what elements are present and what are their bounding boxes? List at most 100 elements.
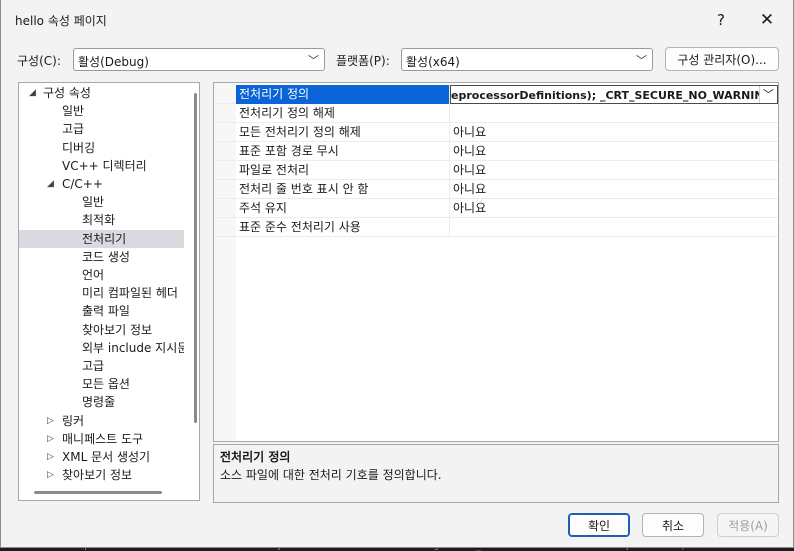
scrollbar-thumb[interactable] [194,93,197,423]
tree-item-label: 찾아보기 정보 [82,322,153,337]
tree-item-label: 찾아보기 정보 [62,468,133,483]
property-value-input[interactable]: eprocessorDefinitions); _CRT_SECURE_NO_W… [450,85,778,104]
collapsed-arrow-icon[interactable]: ▷ [47,412,54,430]
chevron-down-icon: ﹀ [308,54,319,67]
tree-item-label: 모든 옵션 [82,377,130,392]
tree-item-label: C/C++ [62,177,103,191]
grid-row[interactable]: 전처리기 정의 eprocessorDefinitions); _CRT_SECU… [214,85,778,104]
tree-vertical-scrollbar[interactable] [191,83,199,478]
grid-row[interactable]: 파일로 전처리 아니요 [214,161,778,180]
property-name[interactable]: 표준 포함 경로 무시 [236,142,450,161]
grid-row[interactable]: 전처리 줄 번호 표시 안 함 아니요 [214,180,778,199]
tree-item[interactable]: 출력 파일 [19,302,184,320]
window-title: hello 속성 페이지 [15,14,107,28]
chevron-down-icon[interactable]: ﹀ [759,86,777,103]
property-name[interactable]: 전처리 줄 번호 표시 안 함 [236,180,450,199]
config-manager-button[interactable]: 구성 관리자(O)... [665,47,779,71]
tree-item-label: 출력 파일 [82,304,130,319]
tree-item-label: 고급 [82,359,105,373]
description-text: 소스 파일에 대한 전처리 기호를 정의합니다. [220,468,442,482]
tree-item-label: 고급 [62,122,85,137]
collapsed-arrow-icon[interactable]: ▷ [47,466,54,484]
property-name[interactable]: 모든 전처리기 정의 해제 [236,123,450,142]
property-name[interactable]: 파일로 전처리 [236,161,450,180]
property-value-text: 아니요 [453,144,487,158]
title-bar: hello 속성 페이지 ? ✕ [1,0,793,40]
tree-item-label: 전처리기 [82,231,127,246]
property-value-text: 아니요 [453,125,487,139]
property-value-text: 아니요 [453,163,487,177]
tree-item-label: 언어 [82,268,105,282]
property-value[interactable] [450,218,778,237]
tree-item-label: 명령줄 [82,395,116,410]
expanded-arrow-icon[interactable]: ◢ [29,84,36,102]
tree-horizontal-scrollbar[interactable] [19,485,191,500]
help-button[interactable]: ? [698,4,744,36]
tree-item-label: XML 문서 생성기 [62,450,151,464]
description-panel: 전처리기 정의 소스 파일에 대한 전처리 기호를 정의합니다. [213,444,779,503]
tree-item[interactable]: VC++ 디렉터리 [19,157,184,175]
tree-item[interactable]: 언어 [19,266,184,284]
property-value[interactable] [450,104,778,123]
config-combo[interactable]: 활성(Debug) ﹀ [73,48,325,71]
tree-item[interactable]: ▷ 찾아보기 정보 [19,466,184,484]
apply-button[interactable]: 적용(A) [717,513,779,537]
grid-row[interactable]: 주석 유지 아니요 [214,199,778,218]
tree-item[interactable]: ▷ 매니페스트 도구 [19,430,184,448]
tree-item-label: 구성 속성 [43,86,91,100]
tree-item[interactable]: 고급 [19,357,184,375]
property-name[interactable]: 표준 준수 전처리기 사용 [236,218,450,237]
collapsed-arrow-icon[interactable]: ▷ [47,448,54,466]
property-value-text: eprocessorDefinitions); _CRT_SECURE_NO_W… [451,89,778,102]
ok-button[interactable]: 확인 [568,513,630,537]
tree-item-label: 최적화 [82,213,116,228]
grid-row[interactable]: 전처리기 정의 해제 [214,104,778,123]
tree-item[interactable]: 미리 컴파일된 헤더 [19,284,184,302]
grid-row[interactable]: 표준 준수 전처리기 사용 [214,218,778,237]
property-value[interactable]: 아니요 [450,142,778,161]
platform-label: 플랫폼(P): [336,54,390,68]
platform-combo[interactable]: 활성(x64) ﹀ [401,48,653,71]
tree-item-label: 일반 [62,104,85,119]
expanded-arrow-icon[interactable]: ◢ [47,175,54,193]
tree-item[interactable]: 최적화 [19,211,184,229]
tree-item[interactable]: 외부 include 지시문 [19,339,184,357]
grid-row[interactable]: 모든 전처리기 정의 해제 아니요 [214,123,778,142]
tree-item[interactable]: 고급 [19,120,184,138]
tree-item-label: 링커 [62,413,85,428]
tree-item[interactable]: 디버깅 [19,139,184,157]
tree-item-label: 매니페스트 도구 [62,431,144,446]
collapsed-arrow-icon[interactable]: ▷ [47,430,54,448]
property-tree: ◢ 구성 속성 일반 고급 디버깅 VC++ 디렉터리 ◢ C/C++ 일반 최적화 전처리기 코드 … [18,82,200,501]
property-pages-dialog: hello 속성 페이지 ? ✕ 구성(C): 활성(Debug) ﹀ 플랫폼(… [0,0,794,548]
property-value[interactable]: 아니요 [450,199,778,218]
property-value[interactable]: 아니요 [450,180,778,199]
property-value[interactable]: 아니요 [450,123,778,142]
property-value[interactable]: 아니요 [450,161,778,180]
property-name[interactable]: 주석 유지 [236,199,450,218]
tree-item[interactable]: 일반 [19,193,184,211]
tree-item-label: 일반 [82,195,105,210]
tree-item-label: 코드 생성 [82,249,130,264]
tree-item[interactable]: ◢ 구성 속성 [19,84,184,102]
tree-item[interactable]: 명령줄 [19,393,184,411]
tree-item[interactable]: ◢ C/C++ [19,175,184,193]
description-title: 전처리기 정의 [220,450,291,464]
tree-item[interactable]: 모든 옵션 [19,375,184,393]
tree-item[interactable]: 전처리기 [19,229,184,248]
property-name[interactable]: 전처리기 정의 해제 [236,104,450,123]
tree-item-label: 디버깅 [62,140,96,155]
tree-item[interactable]: 일반 [19,102,184,120]
tree-item[interactable]: ▷ 링커 [19,412,184,430]
scrollbar-thumb[interactable] [34,491,162,494]
tree-item[interactable]: ▷ XML 문서 생성기 [19,448,184,466]
chevron-down-icon: ﹀ [636,54,647,67]
grid-row[interactable]: 표준 포함 경로 무시 아니요 [214,142,778,161]
tree-item[interactable]: 코드 생성 [19,248,184,266]
close-button[interactable]: ✕ [744,4,790,36]
cancel-button[interactable]: 취소 [642,513,704,537]
tree-item[interactable]: 찾아보기 정보 [19,321,184,339]
property-grid: 전처리기 정의 eprocessorDefinitions); _CRT_SECU… [213,82,779,442]
property-name[interactable]: 전처리기 정의 [236,85,450,104]
config-label: 구성(C): [17,54,61,68]
